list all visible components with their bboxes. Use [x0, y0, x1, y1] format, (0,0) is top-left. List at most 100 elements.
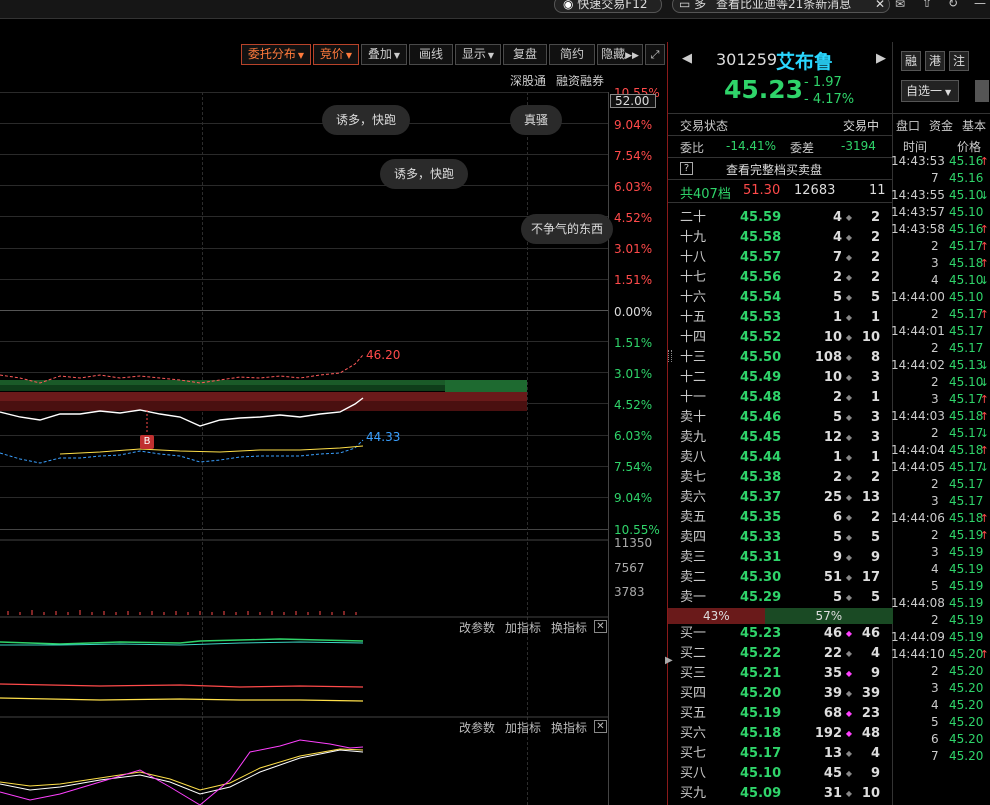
news-tab[interactable]: ▭ 多 查看比亚迪等21条新消息 ✕ — [672, 0, 890, 13]
tick-row: 14:44:10 45.20 ↑ — [891, 647, 990, 662]
level-count: 3 — [870, 430, 880, 445]
level-price: 45.31 — [740, 550, 782, 565]
summary-price: 51.30 — [743, 183, 781, 198]
tick-price: 45.20 — [949, 698, 984, 712]
tick-row: 2 45.19 — [893, 613, 990, 628]
ask-row[interactable]: 十四 45.52 10 ◆ 10 — [678, 328, 888, 348]
bid-row[interactable]: 买九 45.09 31 ◆ 10 — [678, 784, 888, 804]
mail-icon[interactable]: ✉ — [895, 0, 905, 11]
swap-indicator-link[interactable]: 换指标 — [551, 619, 587, 636]
add-indicator-link[interactable]: 加指标 — [505, 719, 541, 736]
refresh-icon[interactable]: ↻ — [948, 0, 958, 10]
more-button[interactable] — [975, 80, 989, 102]
bid-row[interactable]: 买七 45.17 13 ◆ 4 — [678, 744, 888, 764]
level-price: 45.44 — [740, 450, 782, 465]
tick-price: 45.18 — [949, 443, 984, 457]
edit-params-link[interactable]: 改参数 — [459, 719, 495, 736]
tick-time: 14:44:02 — [891, 358, 945, 372]
y-label: 3.01% — [614, 242, 653, 256]
bid-row[interactable]: 买六 45.18 192 ◆ 48 — [678, 724, 888, 744]
ask-row[interactable]: 二十 45.59 4 ◆ 2 — [678, 208, 888, 228]
close-icon[interactable]: ✕ — [875, 0, 885, 12]
level-label: 十一 — [680, 390, 707, 405]
ask-row[interactable]: 十七 45.56 2 ◆ 2 — [678, 268, 888, 288]
ask-row[interactable]: 卖一 45.29 5 ◆ 5 — [678, 588, 888, 608]
ask-row[interactable]: 卖二 45.30 51 ◆ 17 — [678, 568, 888, 588]
level-label: 十六 — [680, 290, 707, 305]
up-icon[interactable]: ⇧ — [922, 0, 932, 10]
tab-basic[interactable]: 基本 — [962, 117, 986, 134]
level-label: 买八 — [680, 766, 707, 781]
ask-row[interactable]: 十九 45.58 4 ◆ 2 — [678, 228, 888, 248]
tick-index: 2 — [931, 341, 939, 355]
tick-time: 14:44:06 — [891, 511, 945, 525]
ask-row[interactable]: 十六 45.54 5 ◆ 5 — [678, 288, 888, 308]
volume-bars — [7, 610, 357, 615]
level-count: 2 — [870, 270, 880, 285]
add-indicator-link[interactable]: 加指标 — [505, 619, 541, 636]
fullscreen-button[interactable]: ⤢ — [645, 44, 665, 65]
quick-trade-tab[interactable]: ◉ 快速交易F12 — [554, 0, 662, 13]
tick-price: 45.17 — [949, 341, 984, 355]
level-price: 45.33 — [740, 530, 782, 545]
ask-row[interactable]: 十八 45.57 7 ◆ 2 — [678, 248, 888, 268]
ask-row[interactable]: 卖七 45.38 2 ◆ 2 — [678, 468, 888, 488]
level-price: 45.23 — [740, 626, 782, 641]
ask-row[interactable]: 十五 45.53 1 ◆ 1 — [678, 308, 888, 328]
stock-name: 艾布鲁 — [776, 51, 834, 73]
up-arrow-icon: ↑ — [979, 529, 989, 542]
bid-row[interactable]: 买二 45.22 22 ◆ 4 — [678, 644, 888, 664]
watchlist-select[interactable]: 自选一 ▼ — [901, 80, 959, 102]
level-price: 45.21 — [740, 666, 782, 681]
bid-row[interactable]: 买五 45.19 68 ◆ 23 — [678, 704, 888, 724]
change-pct: - 4.17% — [804, 92, 855, 107]
ask-row[interactable]: 卖四 45.33 5 ◆ 5 — [678, 528, 888, 548]
level-volume: 35 — [823, 666, 842, 681]
ask-row[interactable]: 卖九 45.45 12 ◆ 3 — [678, 428, 888, 448]
buy-marker[interactable]: B — [140, 435, 154, 449]
ask-row[interactable]: 卖六 45.37 25 ◆ 13 — [678, 488, 888, 508]
next-stock-icon[interactable]: ▶ — [876, 51, 886, 66]
level-marker-icon: ◆ — [845, 573, 852, 582]
bid-row[interactable]: 买一 45.23 46 ◆ 46 — [678, 624, 888, 644]
bid-row[interactable]: 买八 45.10 45 ◆ 9 — [678, 764, 888, 784]
level-price: 45.52 — [740, 330, 782, 345]
splitter-grip[interactable] — [668, 350, 672, 362]
splitter-handle[interactable]: ▶ — [665, 655, 673, 685]
tick-row: 4 45.19 — [893, 562, 990, 577]
ask-row[interactable]: 卖十 45.46 5 ◆ 3 — [678, 408, 888, 428]
help-icon[interactable]: ? — [680, 162, 693, 175]
close-pane-icon[interactable]: ✕ — [594, 720, 607, 733]
buy-share: 57% — [764, 608, 893, 624]
ask-row[interactable]: 十二 45.49 10 ◆ 3 — [678, 368, 888, 388]
level-label: 卖八 — [680, 450, 707, 465]
tick-row: 2 45.19 ↑ — [893, 528, 990, 543]
tab-funds[interactable]: 资金 — [929, 117, 953, 134]
vol-label: 3783 — [614, 585, 645, 599]
note-button[interactable]: 注 — [949, 51, 969, 71]
tick-index: 2 — [931, 426, 939, 440]
level-label: 卖六 — [680, 490, 707, 505]
prev-stock-icon[interactable]: ◀ — [682, 51, 692, 66]
tick-row: 3 45.18 ↑ — [893, 256, 990, 271]
hk-connect-button[interactable]: 港 — [925, 51, 945, 71]
bid-row[interactable]: 买三 45.21 35 ◆ 9 — [678, 664, 888, 684]
ask-row[interactable]: 卖五 45.35 6 ◆ 2 — [678, 508, 888, 528]
edit-params-link[interactable]: 改参数 — [459, 619, 495, 636]
margin-button[interactable]: 融 — [901, 51, 921, 71]
ask-row[interactable]: 十三 45.50 108 ◆ 8 — [678, 348, 888, 368]
tick-price: 45.16 — [949, 171, 984, 185]
level-label: 十三 — [680, 350, 707, 365]
tab-handicap[interactable]: 盘口 — [896, 117, 920, 134]
full-book-link[interactable]: 查看完整档买卖盘 — [726, 161, 822, 178]
ask-row[interactable]: 十一 45.48 2 ◆ 1 — [678, 388, 888, 408]
ask-row[interactable]: 卖三 45.31 9 ◆ 9 — [678, 548, 888, 568]
close-pane-icon[interactable]: ✕ — [594, 620, 607, 633]
minimize-icon[interactable]: — — [974, 0, 986, 10]
app-window: ◉ 快速交易F12 ▭ 多 查看比亚迪等21条新消息 ✕ ✉ ⇧ ↻ — 委托分… — [0, 0, 990, 805]
ask-row[interactable]: 卖八 45.44 1 ◆ 1 — [678, 448, 888, 468]
swap-indicator-link[interactable]: 换指标 — [551, 719, 587, 736]
tick-price: 45.17 — [949, 494, 984, 508]
bid-row[interactable]: 买四 45.20 39 ◆ 39 — [678, 684, 888, 704]
high-price-label: 46.20 — [366, 348, 401, 362]
